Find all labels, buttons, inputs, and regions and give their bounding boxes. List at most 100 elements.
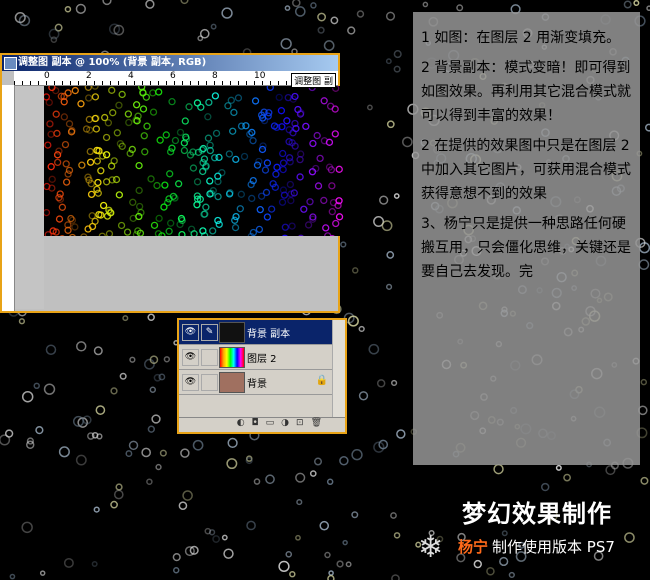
bokeh-dot [64, 5, 72, 13]
canvas-dot [285, 154, 294, 162]
bokeh-dot [295, 534, 301, 541]
horizontal-ruler: 0 2 4 6 8 10 [14, 71, 338, 86]
instructions-panel: 1 如图：在图层 2 用渐变填充。 2 背景副本：模式变暗！即可得到如图效果。再… [413, 12, 640, 465]
canvas-dot [225, 150, 233, 158]
bokeh-dot [624, 532, 635, 543]
canvas-dot [129, 198, 137, 206]
layer-row[interactable]: 👁 图层 2 [179, 345, 334, 370]
version-text: 制作使用版本 PS7 [492, 538, 615, 556]
canvas-dot [93, 185, 101, 194]
eye-icon[interactable]: 👁 [182, 324, 199, 341]
canvas-dot [320, 196, 328, 205]
bokeh-dot [499, 556, 509, 567]
canvas-dot [278, 198, 287, 206]
eye-icon[interactable]: 👁 [182, 374, 199, 391]
canvas-dot [256, 205, 264, 214]
bokeh-dot [172, 553, 181, 562]
canvas-dot [304, 221, 313, 229]
canvas-dot [125, 118, 133, 127]
canvas-dot [88, 212, 96, 220]
canvas-dot [113, 129, 122, 137]
bokeh-dot [640, 476, 649, 485]
layer-row[interactable]: 👁 ✎ 背景 副本 [179, 320, 334, 345]
canvas-dot [249, 137, 257, 145]
canvas-dot [155, 88, 163, 96]
bokeh-dot [358, 391, 369, 401]
bokeh-dot [284, 5, 291, 11]
scrollbar[interactable] [332, 320, 345, 417]
canvas-dot [272, 170, 280, 178]
bokeh-dot [563, 473, 571, 482]
window-title-bar[interactable]: 调整图 副本 @ 100% (背景 副本, RGB) [2, 55, 338, 71]
canvas-dot [53, 129, 61, 138]
canvas-dot [328, 182, 336, 190]
document-window[interactable]: 调整图 副本 @ 100% (背景 副本, RGB) 0 2 4 6 8 10 … [0, 53, 344, 313]
bokeh-dot [178, 501, 188, 510]
bokeh-dot [351, 449, 363, 461]
bokeh-dot [393, 65, 401, 73]
bokeh-dot [21, 390, 34, 403]
canvas-dot [286, 180, 295, 189]
eye-icon[interactable]: 👁 [182, 349, 199, 366]
canvas-dot [288, 222, 296, 230]
bokeh-dot [141, 447, 151, 458]
canvas-dot [314, 182, 323, 190]
bokeh-dot [351, 267, 359, 274]
layer-toolbar[interactable]: ◐◘▭◑⊡🗑 [179, 417, 345, 432]
canvas-dot [176, 128, 185, 137]
link-slot[interactable] [201, 349, 218, 366]
layer-row[interactable]: 👁 背景 🔒 [179, 370, 334, 395]
bokeh-dot [125, 450, 133, 458]
canvas-dot [94, 189, 102, 197]
canvas-dot [306, 198, 314, 206]
canvas-dot [102, 133, 111, 142]
bokeh-dot [75, 454, 87, 466]
bokeh-dot [180, 448, 190, 458]
bokeh-dot [393, 193, 400, 199]
canvas-dot [135, 161, 143, 170]
bokeh-dot [43, 383, 56, 395]
bokeh-dot [4, 429, 14, 438]
bokeh-dot [110, 500, 118, 509]
layer-name: 背景 副本 [247, 329, 291, 340]
canvas-dot [65, 166, 74, 174]
canvas-dot [287, 196, 295, 205]
vertical-ruler [2, 85, 15, 311]
canvas-dot [204, 134, 213, 142]
canvas-dot [331, 105, 339, 113]
brush-icon: ✎ [201, 324, 218, 341]
link-slot[interactable] [201, 374, 218, 391]
canvas-dot [44, 208, 51, 217]
canvas-dot [65, 120, 74, 128]
canvas-dot [135, 202, 144, 211]
canvas-dot [124, 110, 133, 118]
canvas-dot [60, 113, 68, 121]
canvas-dot [277, 107, 286, 115]
canvas-dot [181, 117, 189, 125]
canvas-dot [185, 103, 193, 111]
bokeh-dot [182, 490, 193, 501]
bokeh-dot [402, 136, 413, 148]
bokeh-dot [385, 283, 393, 290]
layer-thumbnail [219, 322, 245, 343]
canvas-dot [115, 101, 123, 109]
bokeh-dot [540, 482, 550, 492]
canvas-dot [279, 149, 287, 158]
layers-panel: 👁 ✎ 背景 副本 👁 图层 2 👁 背景 🔒 ◐◘▭◑⊡🗑 [177, 318, 347, 434]
bokeh-dot [493, 463, 504, 475]
footer-subtitle: 杨宁 制作使用版本 PS7 [458, 536, 615, 557]
image-canvas[interactable] [44, 86, 344, 236]
canvas-dot [199, 144, 207, 153]
canvas-dot [163, 198, 172, 207]
bokeh-dot [149, 386, 157, 393]
canvas-dot [161, 181, 169, 189]
bokeh-dot [246, 520, 256, 531]
bokeh-dot [115, 483, 123, 491]
bokeh-dot [327, 574, 335, 580]
bokeh-dot [309, 470, 317, 477]
bokeh-dot [93, 506, 100, 513]
canvas-dot [263, 159, 272, 167]
canvas-dot [86, 158, 95, 166]
window-title: 调整图 副本 @ 100% (背景 副本, RGB) [18, 57, 207, 68]
bokeh-dot [212, 535, 221, 543]
